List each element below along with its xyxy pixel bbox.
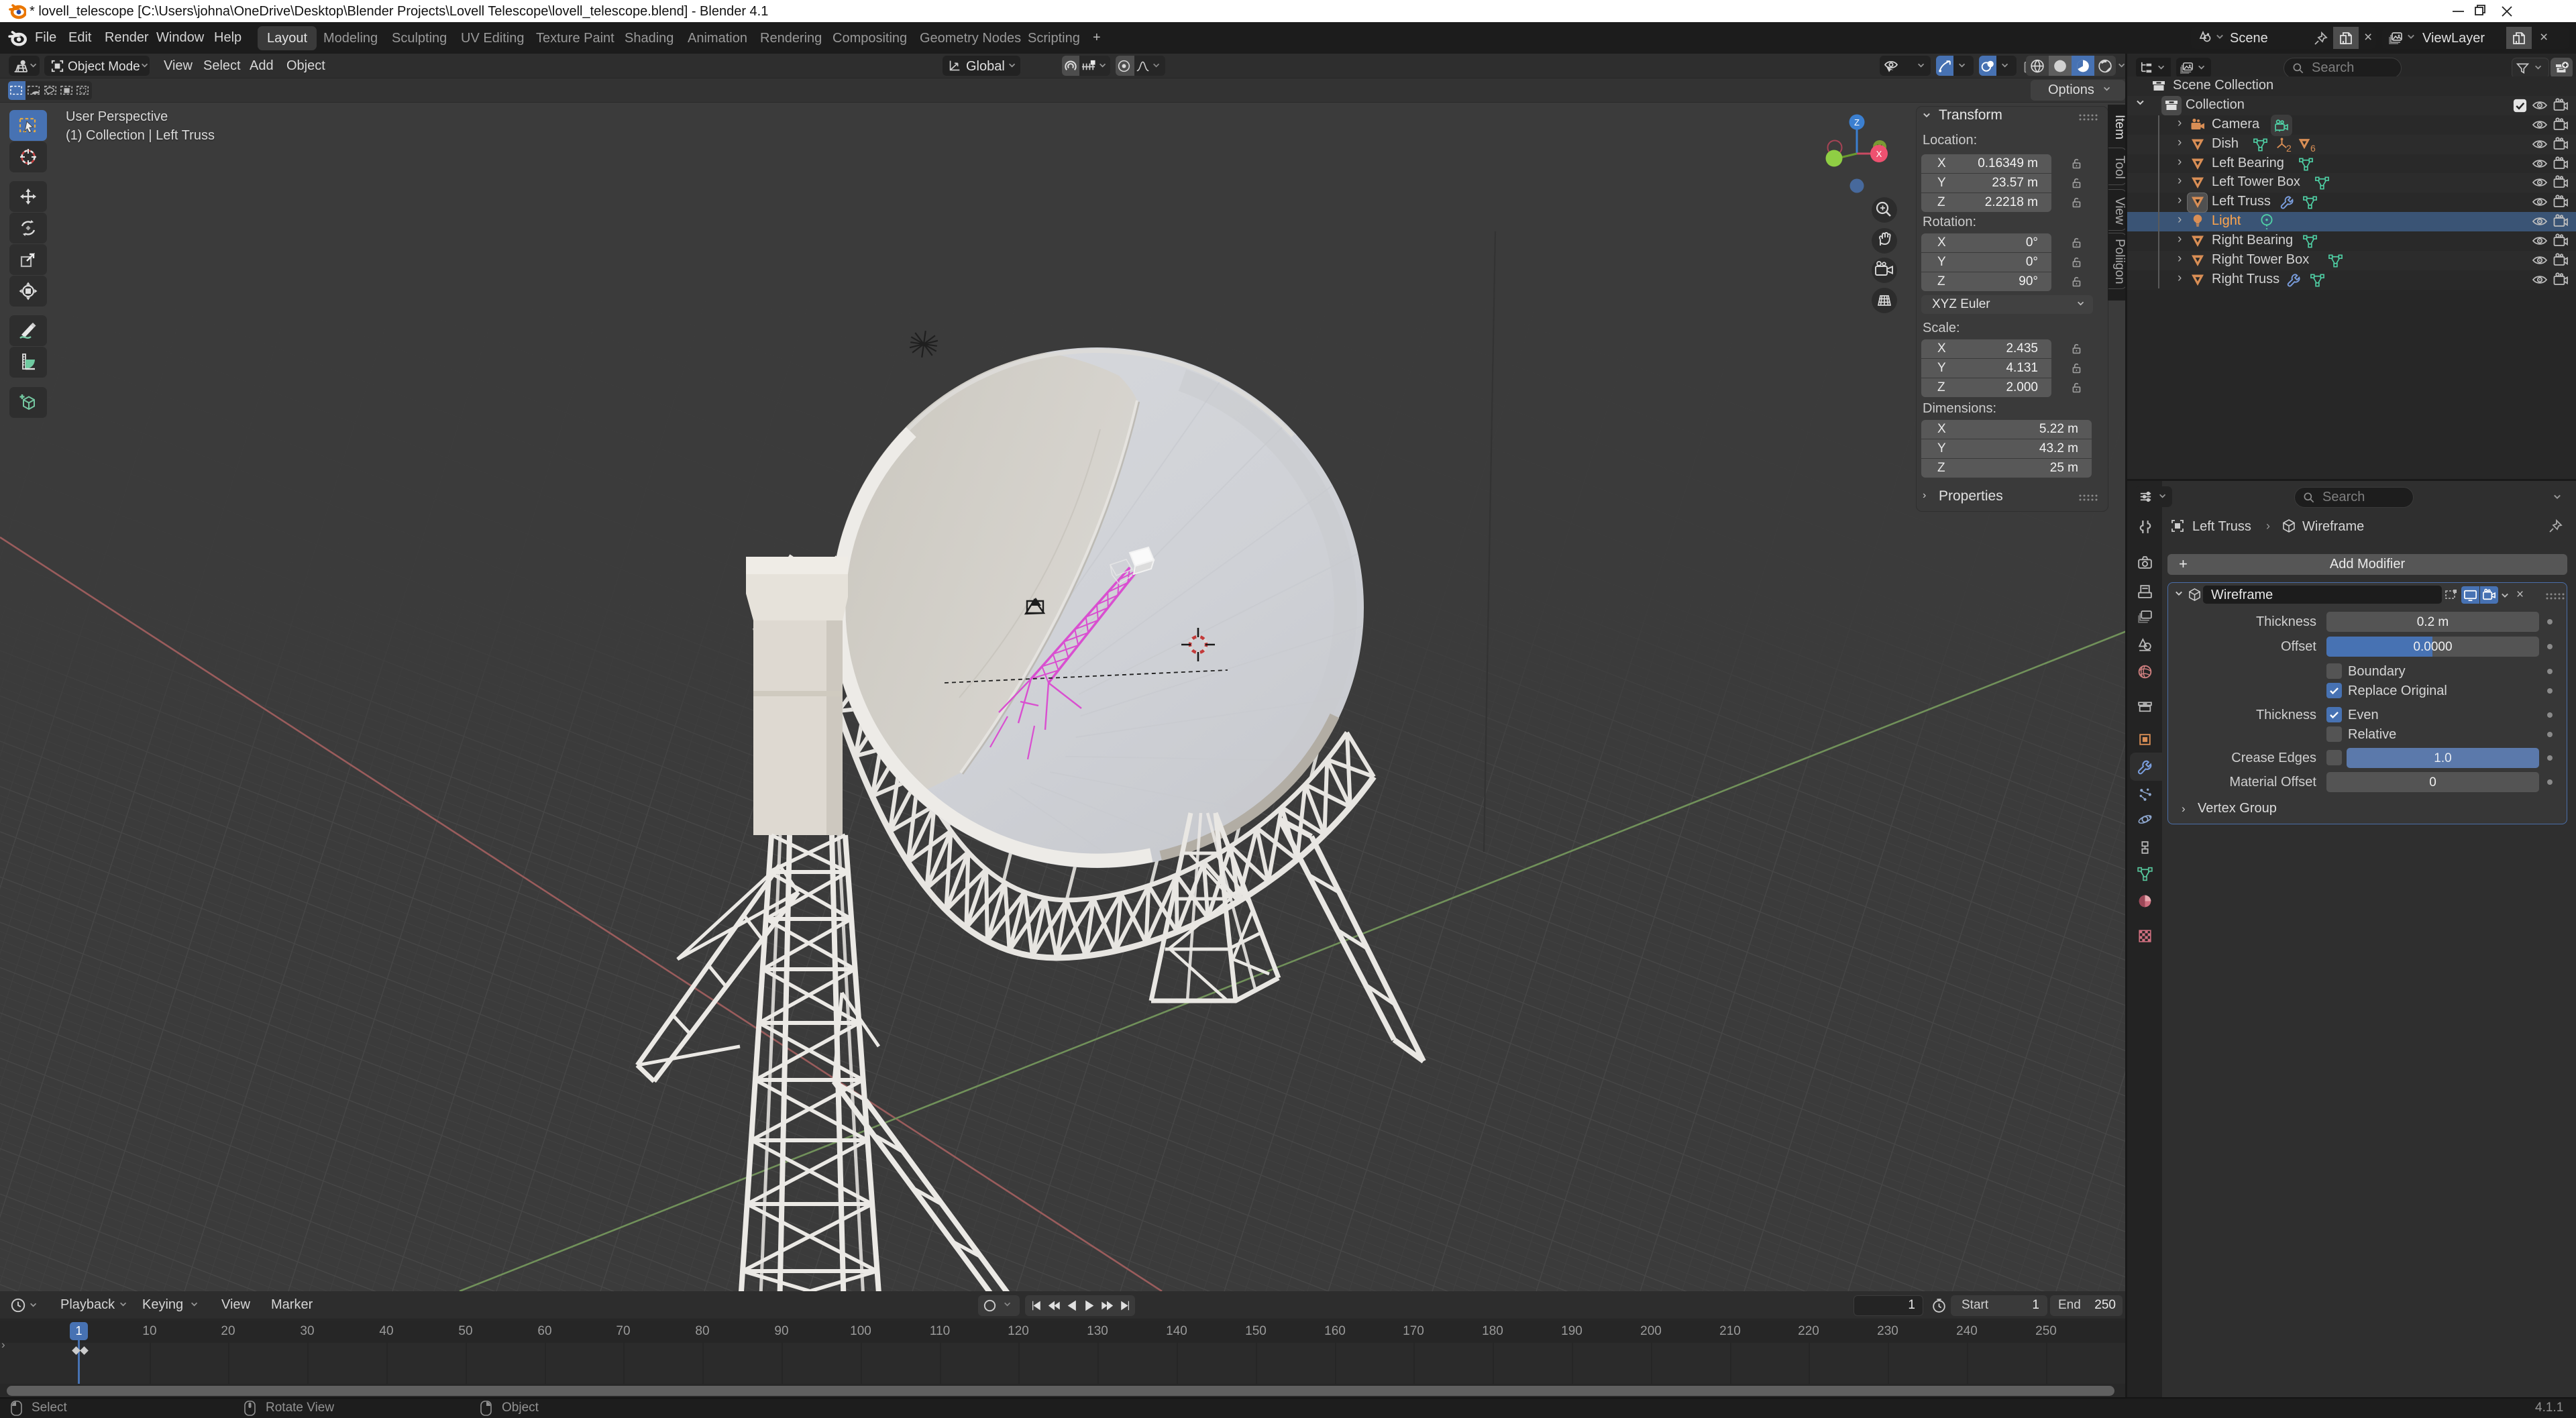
svg-text:X: X (1876, 149, 1882, 159)
svg-text:Z: Z (1854, 117, 1860, 127)
